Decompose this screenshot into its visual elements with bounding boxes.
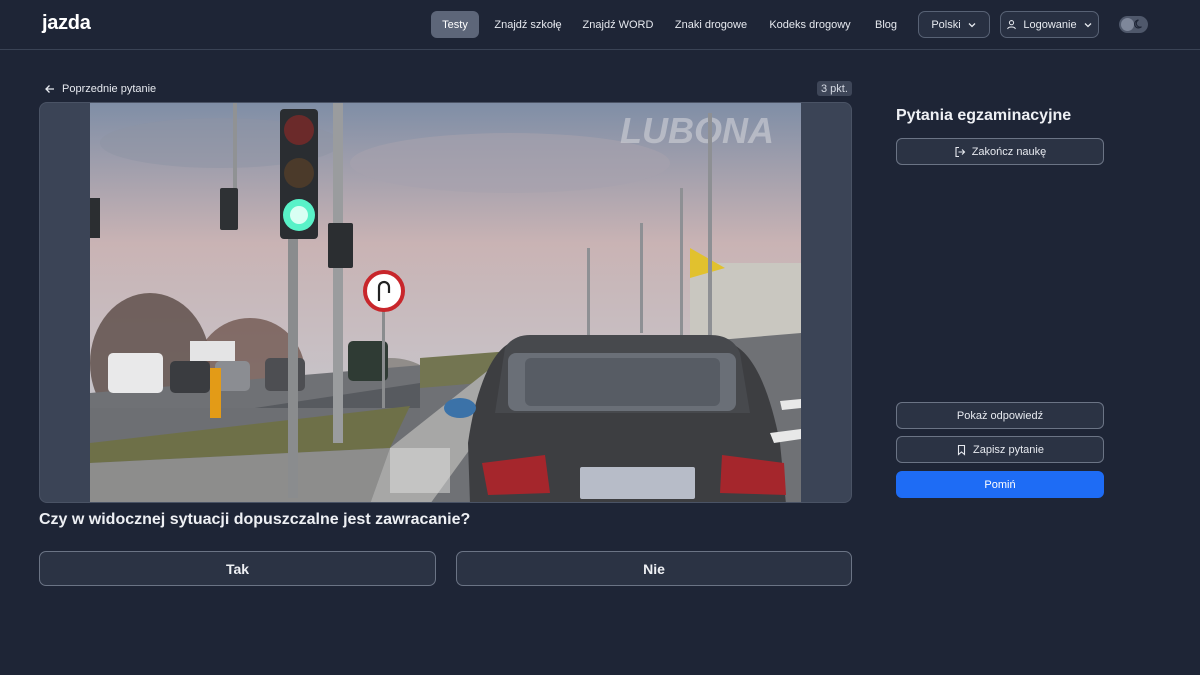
arrow-left-icon	[45, 85, 54, 93]
chevron-down-icon	[968, 22, 976, 27]
bookmark-icon	[957, 444, 966, 456]
finish-learning-label: Zakończ naukę	[971, 145, 1047, 158]
skip-label: Pomiń	[984, 478, 1016, 491]
answer-no-button[interactable]: Nie	[456, 551, 852, 586]
previous-question-link[interactable]: Poprzednie pytanie	[44, 81, 156, 97]
nav-item-znaki-drogowe[interactable]: Znaki drogowe	[668, 11, 754, 38]
theme-toggle[interactable]	[1119, 16, 1148, 33]
login-label: Logowanie	[1023, 18, 1077, 31]
previous-question-label: Poprzednie pytanie	[62, 83, 157, 95]
nav-item-blog[interactable]: Blog	[866, 11, 906, 38]
logout-icon	[955, 146, 965, 157]
nav-item-testy[interactable]: Testy	[431, 11, 479, 38]
question-image-frame: LUBONA	[39, 102, 852, 503]
save-question-button[interactable]: Zapisz pytanie	[896, 436, 1104, 463]
chevron-down-icon	[1084, 22, 1092, 27]
points-badge: 3 pkt.	[817, 81, 852, 96]
user-icon	[1007, 20, 1017, 30]
question-text: Czy w widocznej sytuacji dopuszczalne je…	[39, 511, 471, 528]
nav-item-znajdz-szkole[interactable]: Znajdź szkołę	[488, 11, 568, 38]
finish-learning-button[interactable]: Zakończ naukę	[896, 138, 1104, 165]
show-answer-label: Pokaż odpowiedź	[956, 409, 1044, 422]
login-button[interactable]: Logowanie	[1000, 11, 1099, 38]
language-label: Polski	[931, 18, 961, 31]
show-answer-button[interactable]: Pokaż odpowiedź	[896, 402, 1104, 429]
skip-button[interactable]: Pomiń	[896, 471, 1104, 498]
language-select[interactable]: Polski	[918, 11, 990, 38]
nav-item-znajdz-word[interactable]: Znajdź WORD	[578, 11, 658, 38]
moon-icon	[1134, 19, 1142, 29]
nav-item-kodeks-drogowy[interactable]: Kodeks drogowy	[764, 11, 856, 38]
sidebar-title: Pytania egzaminacyjne	[896, 107, 1072, 124]
image-watermark: LUBONA	[620, 110, 774, 151]
main-nav: Testy Znajdź szkołę Znajdź WORD Znaki dr…	[0, 11, 1200, 39]
question-photo: LUBONA	[90, 103, 801, 502]
answer-yes-button[interactable]: Tak	[39, 551, 436, 586]
save-question-label: Zapisz pytanie	[973, 443, 1044, 456]
top-navbar: jazda Testy Znajdź szkołę Znajdź WORD Zn…	[0, 0, 1200, 50]
